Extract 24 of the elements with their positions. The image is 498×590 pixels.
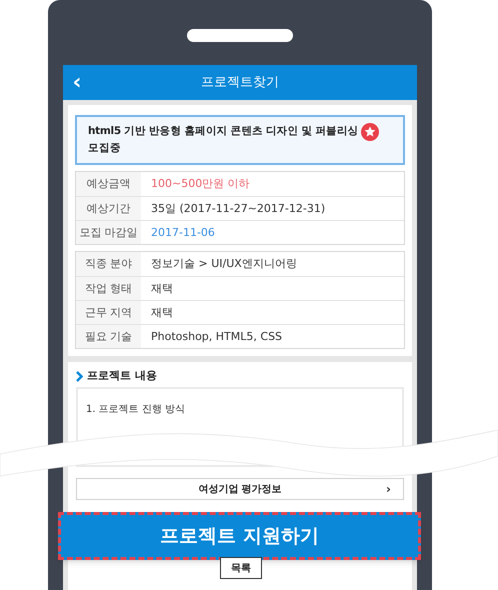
apply-button[interactable]: 프로젝트 지원하기 (58, 512, 421, 560)
row-label: 예상기간 (76, 196, 141, 220)
row-label: 근무 지역 (76, 300, 141, 324)
chevron-icon (76, 370, 83, 382)
status-text: 모집중 (88, 141, 122, 156)
row-label: 예상금액 (76, 172, 141, 196)
row-label: 작업 형태 (76, 276, 141, 300)
row-value: 재택 (150, 280, 173, 297)
list-button[interactable]: 목록 (220, 557, 262, 579)
back-button[interactable]: ‹ (69, 65, 85, 100)
row-label: 필요 기술 (76, 324, 141, 348)
page-title: 프로젝트찾기 (201, 74, 279, 92)
evaluation-link[interactable]: 여성기업 평가정보 › (76, 478, 404, 500)
row-label: 모집 마감일 (76, 220, 141, 244)
project-title: html5 기반 반응형 홈페이지 콘텐츠 디자인 및 퍼블리싱 (88, 124, 358, 140)
row-value: 100~500만원 이하 (150, 176, 250, 192)
row-value: 35일 (2017-11-27~2017-12-31) (150, 200, 326, 217)
row-value: Photoshop, HTML5, CSS (150, 328, 282, 345)
row-label: 직종 분야 (76, 252, 141, 276)
row-value: 재택 (150, 304, 173, 321)
section-heading: 프로젝트 내용 (87, 368, 157, 384)
row-value: 2017-11-06 (150, 224, 215, 241)
row-value: 정보기술 > UI/UX엔지니어링 (150, 256, 297, 272)
content-text: 1. 프로젝트 진행 방식 (86, 404, 186, 416)
